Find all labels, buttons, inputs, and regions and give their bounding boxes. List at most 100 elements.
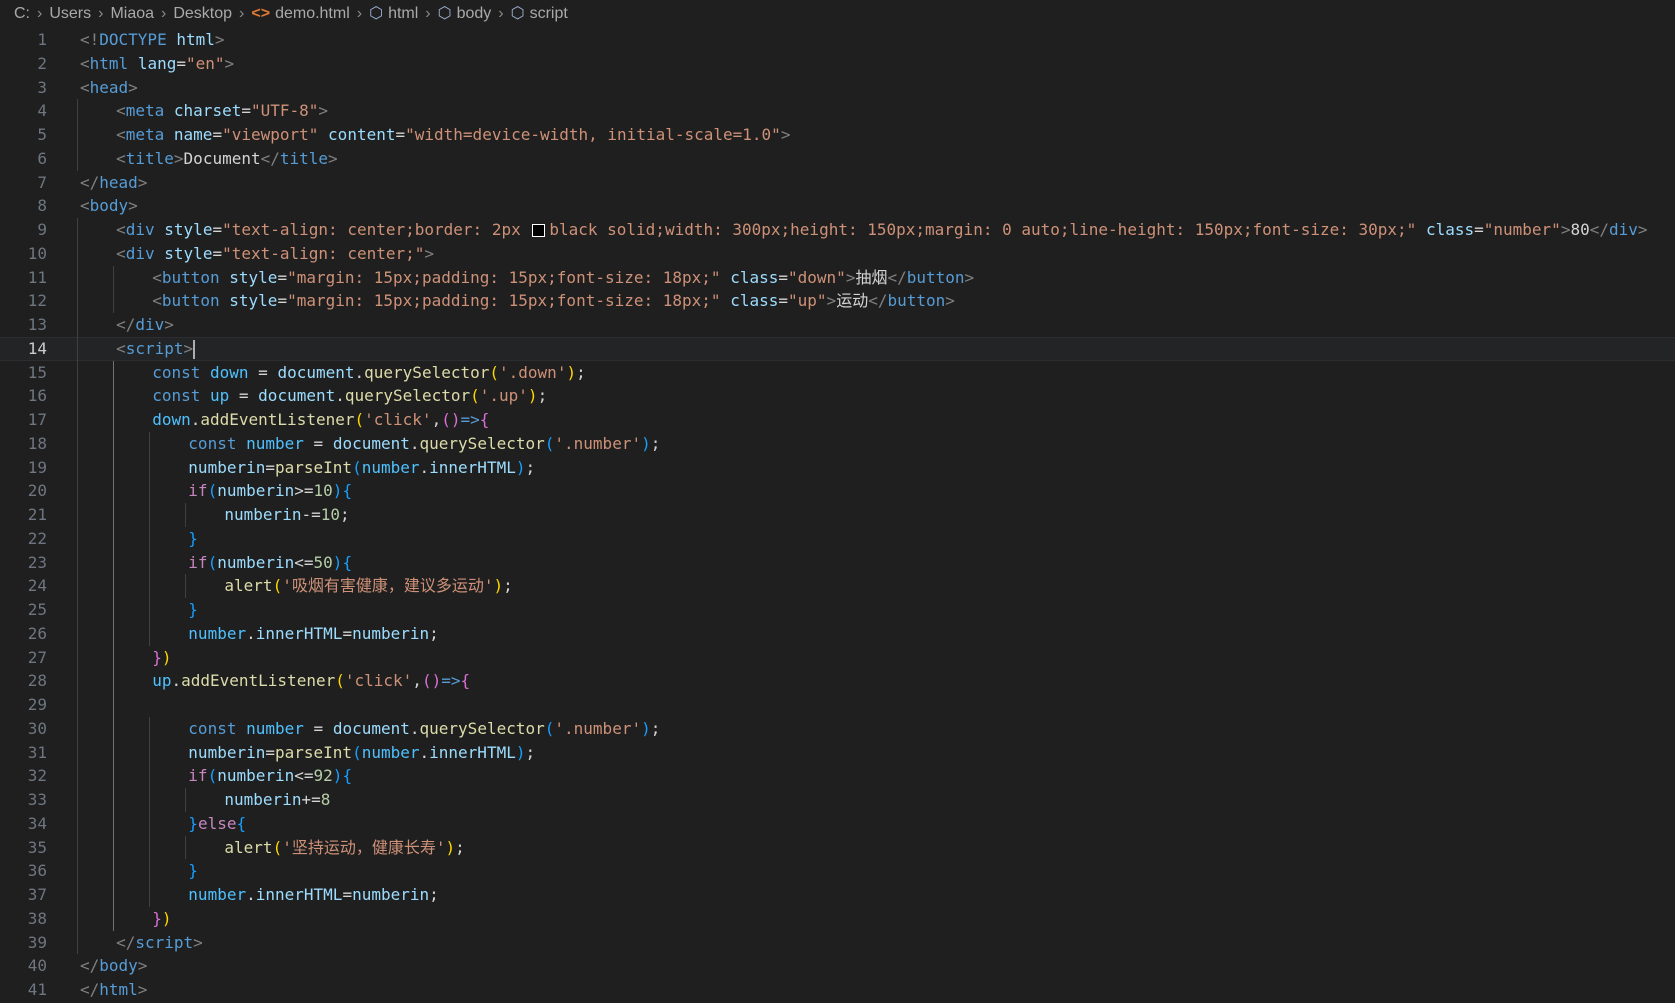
line-number[interactable]: 26 [0,622,47,646]
code-line[interactable]: 17 down.addEventListener('click',()=>{ [0,408,1675,432]
code-token: if [188,766,208,786]
code-line[interactable]: 8 <body> [0,194,1675,218]
breadcrumb-item[interactable]: Desktop [173,5,232,22]
line-number[interactable]: 20 [0,479,47,503]
line-number[interactable]: 22 [0,527,47,551]
code-line[interactable]: 35 alert('坚持运动，健康长寿'); [0,836,1675,860]
code-line[interactable]: 22} [0,527,1675,551]
line-number[interactable]: 12 [0,289,47,313]
line-number[interactable]: 5 [0,123,47,147]
line-number[interactable]: 35 [0,836,47,860]
code-line[interactable]: 1 <!DOCTYPE html> [0,28,1675,52]
breadcrumb-item[interactable]: ⬡ body [438,5,492,22]
code-line[interactable]: 19 numberin=parseInt(number.innerHTML); [0,456,1675,480]
code-text: <button style="margin: 15px;padding: 15p… [152,266,974,290]
line-number[interactable]: 41 [0,978,47,1002]
line-number[interactable]: 4 [0,99,47,123]
line-number[interactable]: 17 [0,408,47,432]
line-number[interactable]: 13 [0,313,47,337]
line-number[interactable]: 23 [0,551,47,575]
code-token: innerHTML [429,457,516,477]
line-number[interactable]: 3 [0,76,47,100]
code-line[interactable]: 4 <meta charset="UTF-8"> [0,99,1675,123]
code-line[interactable]: 14 <script> [0,336,1675,361]
code-line[interactable]: 36} [0,859,1675,883]
code-token: '.number' [554,433,642,453]
code-line[interactable]: 18 const number = document.querySelector(… [0,432,1675,456]
code-token: ; [429,623,439,643]
breadcrumb-item[interactable]: <> demo.html [251,5,349,22]
code-line[interactable]: 31 numberin=parseInt(number.innerHTML); [0,741,1675,765]
code-line[interactable]: 39 </script> [0,931,1675,955]
code-line[interactable]: 27}) [0,646,1675,670]
code-line[interactable]: 6 <title>Document</title> [0,147,1675,171]
breadcrumb-item[interactable]: ⬡ html [369,5,418,22]
code-line[interactable]: 7 </head> [0,171,1675,195]
code-token: 8 [320,790,331,809]
code-line[interactable]: 11 <button style="margin: 15px;padding: 1… [0,266,1675,290]
line-number[interactable]: 6 [0,147,47,171]
code-token: 92 [313,766,333,786]
line-number[interactable]: 37 [0,883,47,907]
line-number[interactable]: 18 [0,432,47,456]
code-line[interactable]: 34}else{ [0,812,1675,836]
line-number[interactable]: 19 [0,456,47,480]
code-line[interactable]: 30 const number = document.querySelector(… [0,717,1675,741]
code-line[interactable]: 33 numberin+=8 [0,788,1675,812]
code-line[interactable]: 40 </body> [0,954,1675,978]
code-line[interactable]: 37 number.innerHTML=numberin; [0,883,1675,907]
breadcrumb-item[interactable]: ⬡ script [511,5,568,22]
line-number[interactable]: 8 [0,194,47,218]
line-number[interactable]: 29 [0,693,47,717]
line-number[interactable]: 33 [0,788,47,812]
line-number[interactable]: 11 [0,266,47,290]
code-line[interactable]: 23 if(numberin<=50){ [0,551,1675,575]
code-line[interactable]: 16 const up = document.querySelector('.up… [0,384,1675,408]
code-editor[interactable]: 1 <!DOCTYPE html> 2 <html lang="en"> 3 <head>… [0,28,1675,1003]
code-line[interactable]: 21 numberin-=10; [0,503,1675,527]
code-line[interactable]: 24 alert('吸烟有害健康，建议多运动'); [0,574,1675,598]
code-line[interactable]: 32 if(numberin<=92){ [0,764,1675,788]
line-number[interactable]: 31 [0,741,47,765]
code-line[interactable]: 38}) [0,907,1675,931]
line-number[interactable]: 16 [0,384,47,408]
code-line[interactable]: 26 number.innerHTML=numberin; [0,622,1675,646]
code-token: ) [161,908,172,928]
code-line[interactable]: 41 </html> [0,978,1675,1002]
line-number[interactable]: 30 [0,717,47,741]
code-line[interactable]: 3 <head> [0,76,1675,100]
line-number[interactable]: 1 [0,28,47,52]
code-line[interactable]: 13 </div> [0,313,1675,337]
line-number[interactable]: 14 [0,337,47,361]
line-number[interactable]: 36 [0,859,47,883]
code-line[interactable]: 15 const down = document.querySelector('.… [0,361,1675,385]
line-number[interactable]: 15 [0,361,47,385]
code-line[interactable]: 29 [0,693,1675,717]
code-line[interactable]: 25} [0,598,1675,622]
line-number[interactable]: 7 [0,171,47,195]
line-number[interactable]: 25 [0,598,47,622]
line-number[interactable]: 9 [0,218,47,242]
breadcrumb-item[interactable]: C: [14,5,30,22]
color-swatch-icon[interactable] [532,224,546,237]
breadcrumb-item[interactable]: Miaoa [110,5,154,22]
line-number[interactable]: 34 [0,812,47,836]
code-line[interactable]: 10 <div style="text-align: center;"> [0,242,1675,266]
line-number[interactable]: 10 [0,242,47,266]
line-number[interactable]: 32 [0,764,47,788]
line-number[interactable]: 2 [0,52,47,76]
code-line[interactable]: 20 if(numberin>=10){ [0,479,1675,503]
code-line[interactable]: 2 <html lang="en"> [0,52,1675,76]
line-number[interactable]: 24 [0,574,47,598]
line-number[interactable]: 40 [0,954,47,978]
breadcrumb-item[interactable]: Users [49,5,91,22]
code-line[interactable]: 12 <button style="margin: 15px;padding: 1… [0,289,1675,313]
line-number[interactable]: 28 [0,669,47,693]
code-line[interactable]: 28 up.addEventListener('click',()=>{ [0,669,1675,693]
line-number[interactable]: 27 [0,646,47,670]
code-line[interactable]: 5 <meta name="viewport" content="width=de… [0,123,1675,147]
line-number[interactable]: 38 [0,907,47,931]
line-number[interactable]: 39 [0,931,47,955]
line-number[interactable]: 21 [0,503,47,527]
code-line[interactable]: 9 <div style="text-align: center;border: … [0,218,1675,242]
